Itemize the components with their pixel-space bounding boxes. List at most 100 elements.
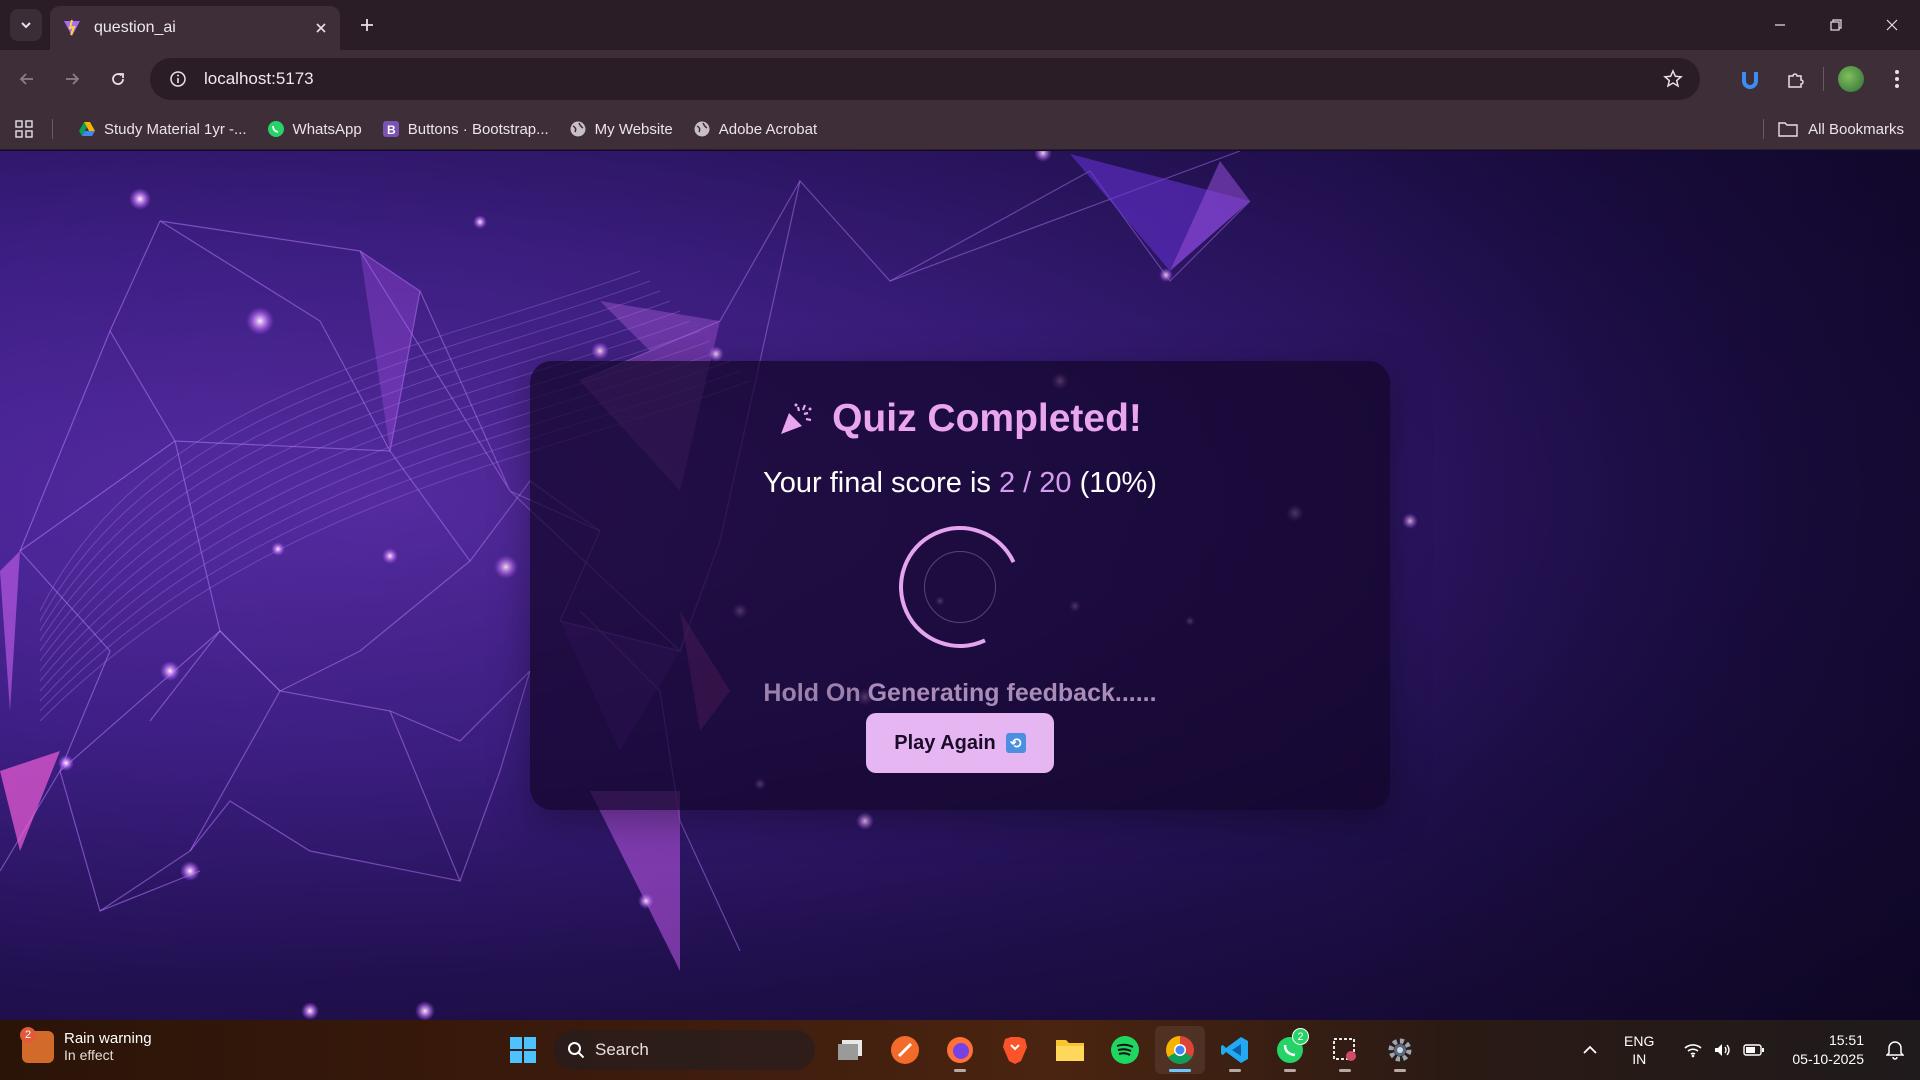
notification-bell-icon <box>1886 1041 1904 1060</box>
all-bookmarks-button[interactable]: All Bookmarks <box>1778 114 1904 144</box>
show-hidden-icons-button[interactable] <box>1570 1045 1610 1055</box>
close-icon[interactable] <box>314 21 328 35</box>
taskbar-app-spotify[interactable] <box>1100 1026 1150 1074</box>
folder-icon <box>1056 1040 1084 1061</box>
running-indicator <box>1339 1069 1351 1072</box>
minimize-button[interactable] <box>1752 0 1808 50</box>
profile-button[interactable] <box>1828 58 1874 100</box>
loading-spinner <box>881 508 1039 666</box>
snipping-tool-icon <box>1333 1038 1356 1061</box>
arrow-left-icon <box>19 73 33 85</box>
input-language-button[interactable]: ENG IN <box>1624 1032 1654 1068</box>
running-indicator <box>1169 1069 1191 1072</box>
feedback-status: Hold On Generating feedback...... <box>530 679 1390 708</box>
tab-search-button[interactable] <box>10 9 42 41</box>
battery-icon <box>1743 1043 1765 1057</box>
close-window-button[interactable] <box>1864 0 1920 50</box>
bookmark-label: Buttons · Bootstrap... <box>407 120 549 138</box>
weather-title: Rain warning <box>64 1030 152 1047</box>
site-info-button[interactable] <box>158 58 198 100</box>
score-value: 2 / 20 <box>998 467 1072 499</box>
address-bar[interactable]: localhost:5173 <box>150 58 1700 100</box>
taskbar-app-brave[interactable] <box>990 1026 1040 1074</box>
new-tab-button[interactable] <box>352 10 382 40</box>
google-drive-icon <box>78 120 96 138</box>
quiz-result-card: Quiz Completed! Your final score is 2 / … <box>530 361 1390 810</box>
bookmark-label: My Website <box>594 120 673 138</box>
windows-taskbar: 2 Rain warning In effect Search 2 ENG IN… <box>0 1020 1920 1080</box>
quick-settings-button[interactable] <box>1678 1042 1770 1058</box>
forward-button[interactable] <box>57 64 87 94</box>
system-tray: ENG IN 15:51 05-10-2025 <box>1570 1020 1920 1080</box>
gear-icon <box>1388 1038 1412 1062</box>
start-button[interactable] <box>498 1026 548 1074</box>
chevron-down-icon <box>21 22 31 29</box>
notifications-button[interactable] <box>1880 1040 1910 1060</box>
browser-toolbar: localhost:5173 <box>0 50 1920 108</box>
apps-grid-icon <box>15 120 33 138</box>
window-controls <box>1752 0 1920 50</box>
reload-button[interactable] <box>103 64 133 94</box>
url-text[interactable]: localhost:5173 <box>204 69 1652 89</box>
volume-icon <box>1713 1042 1733 1058</box>
avatar <box>1838 66 1864 92</box>
puzzle-icon <box>1788 73 1804 88</box>
weather-badge: 2 <box>20 1026 36 1043</box>
vscode-icon <box>1221 1037 1248 1063</box>
svg-text:B: B <box>387 123 396 137</box>
folder-icon <box>1778 120 1800 138</box>
bookmark-label: WhatsApp <box>292 120 362 138</box>
extension-button[interactable] <box>1727 58 1773 100</box>
browser-menu-button[interactable] <box>1874 58 1920 100</box>
repeat-icon: ⟲ <box>1005 733 1026 753</box>
score-percent: (10%) <box>1079 467 1157 499</box>
bookmark-adobe-acrobat[interactable]: Adobe Acrobat <box>685 114 825 144</box>
bookmark-whatsapp[interactable]: WhatsApp <box>259 114 370 144</box>
info-icon <box>170 71 186 87</box>
apps-button[interactable] <box>12 117 36 141</box>
extensions-menu-button[interactable] <box>1773 58 1819 100</box>
close-icon <box>1886 19 1898 31</box>
back-button[interactable] <box>12 64 42 94</box>
bookmark-label: Study Material 1yr -... <box>104 120 247 138</box>
chevron-up-icon <box>1583 1045 1597 1054</box>
running-indicator <box>1284 1069 1296 1072</box>
star-icon <box>1663 69 1683 88</box>
weather-widget[interactable]: 2 Rain warning In effect <box>20 1026 152 1063</box>
taskbar-app-file-explorer[interactable] <box>1045 1026 1095 1074</box>
task-view-button[interactable] <box>825 1026 875 1074</box>
firefox-icon <box>947 1037 973 1063</box>
toolbar-separator <box>1823 67 1824 91</box>
browser-tab[interactable]: question_ai <box>50 6 340 50</box>
taskbar-app-vscode[interactable] <box>1210 1026 1260 1074</box>
play-again-label: Play Again <box>894 731 996 754</box>
restore-icon <box>1830 19 1842 31</box>
bookmark-star-button[interactable] <box>1652 58 1694 100</box>
taskbar-app-snipping-tool[interactable] <box>1320 1026 1370 1074</box>
bookmark-bootstrap[interactable]: B Buttons · Bootstrap... <box>374 114 557 144</box>
clock-date: 05-10-2025 <box>1792 1051 1864 1067</box>
result-title: Quiz Completed! <box>832 397 1142 440</box>
tab-strip: question_ai <box>0 0 1920 50</box>
play-again-button[interactable]: Play Again ⟲ <box>866 713 1054 773</box>
bookmark-study-material[interactable]: Study Material 1yr -... <box>70 114 255 144</box>
taskbar-app-swift[interactable] <box>880 1026 930 1074</box>
search-icon <box>567 1041 585 1059</box>
extension-logo-icon <box>1742 72 1758 89</box>
restore-button[interactable] <box>1808 0 1864 50</box>
taskbar-search[interactable]: Search <box>553 1030 815 1070</box>
orange-app-icon <box>891 1036 919 1064</box>
vite-logo-icon <box>64 19 80 36</box>
taskbar-app-chrome[interactable] <box>1155 1026 1205 1074</box>
bookmark-my-website[interactable]: My Website <box>561 114 681 144</box>
bookmarks-separator <box>52 119 53 139</box>
taskbar-app-whatsapp[interactable]: 2 <box>1265 1026 1315 1074</box>
taskbar-app-firefox[interactable] <box>935 1026 985 1074</box>
lang-line2: IN <box>1632 1051 1647 1067</box>
clock-button[interactable]: 15:51 05-10-2025 <box>1792 1031 1864 1069</box>
page-viewport: Quiz Completed! Your final score is 2 / … <box>0 151 1920 1020</box>
all-bookmarks-label: All Bookmarks <box>1808 120 1904 138</box>
status-hold-text: Hold On <box>763 679 861 707</box>
taskbar-app-settings[interactable] <box>1375 1026 1425 1074</box>
search-placeholder: Search <box>595 1040 649 1059</box>
